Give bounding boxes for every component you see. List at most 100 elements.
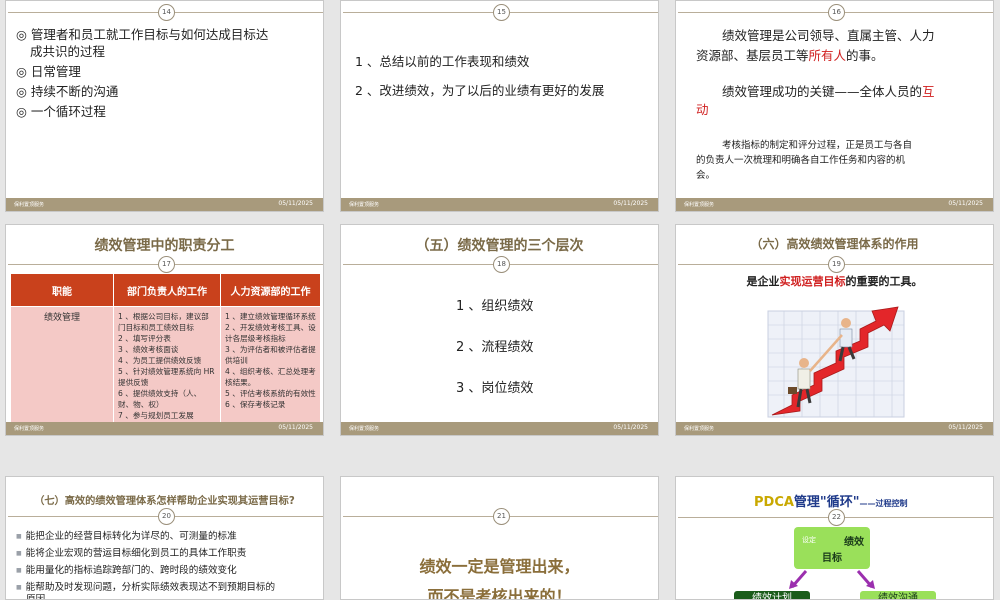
cell-line: 1 、根据公司目标，建议部门目标和员工绩效目标 [118,312,209,332]
slide-footer: 保利置顶服务 05/11/2025 [341,422,658,435]
paragraph-1: 绩效管理是公司领导、直属主管、人力 资源部、基层员工等所有人的事。 [696,26,986,66]
slide-number: 14 [8,4,323,21]
slide-number: 21 [343,508,658,525]
list-item: 2 、流程绩效 [456,340,534,355]
slide-number: 22 [678,509,993,526]
slide-title: （七）高效的绩效管理体系怎样帮助企业实现其运营目标? [34,496,295,507]
cell-line: 6 、提供绩效支持（人、财、物、权） [118,389,202,409]
text-line: 会。 [696,170,716,181]
text-line: ◎ 一个循环过程 [16,104,106,119]
slide-footer: 保利置顶服务 05/11/2025 [6,422,323,435]
slide-footer: 保利置顶服务 05/11/2025 [676,198,993,211]
footer-brand: 保利置顶服务 [14,202,45,208]
text-span: 的事。 [846,48,884,63]
cycle-box-communication: 绩效沟通 [860,591,936,599]
list-item: 3 、岗位绩效 [456,381,534,396]
slide-title: 绩效管理中的职责分工 [94,238,235,254]
table-header: 人力资源部的工作 [220,273,321,307]
slide-number: 19 [678,256,993,273]
slide-subtitle: 是企业实现运营目标的重要的工具。 [676,273,993,289]
footer-brand: 保利置顶服务 [349,426,380,432]
footer-date: 05/11/2025 [948,200,983,207]
slide-14-body: ◎ 管理者和员工就工作目标与如何达成目标达 成共识的过程 ◎ 日常管理 ◎ 持续… [16,25,268,122]
cell-line: 2 、开发绩效考核工具、设计各层级考核指标 [225,323,316,343]
slide-19[interactable]: （六）高效绩效管理体系的作用 19 是企业实现运营目标的重要的工具。 保利置顶服… [675,224,994,436]
table-row: 绩效管理 1 、根据公司目标，建议部门目标和员工绩效目标 2 、填写评分表 3 … [10,306,321,426]
slide-number: 20 [8,508,323,525]
table-cell: 1 、根据公司目标，建议部门目标和员工绩效目标 2 、填写评分表 3 、绩效考核… [113,306,221,426]
cycle-box-goal: 设定 绩效 目标 [794,527,870,569]
cell-line: 6 、保存考核记录 [225,400,286,409]
cell-line: 5 、针对绩效管理系统向 HR 提供反馈 [118,367,215,387]
text-line: ◎ 日常管理 [16,64,81,79]
bullet-item: 能把企业的经营目标转化为详尽的、可测量的标准 [16,528,237,542]
highlight-text: 动 [696,102,709,117]
growth-stairs-illustration [767,306,905,418]
bullet-item: 能帮助及时发现问题，分析实际绩效表现达不到预期目标的 [16,579,275,593]
bullet-item: 能将企业宏观的营运目标细化到员工的具体工作职责 [16,545,247,559]
table-cell: 绩效管理 [10,306,114,426]
slide-statement: 而不是考核出来的！ [427,587,572,600]
list-item: 1 、组织绩效 [456,299,534,314]
slide-statement: 绩效一定是管理出来， [419,557,580,576]
highlight-text: 所有人 [808,48,847,63]
list-item: 2 、改进绩效，为了以后的业绩有更好的发展 [355,83,605,98]
list-item: 1 、总结以前的工作表现和绩效 [355,54,530,69]
footer-date: 05/11/2025 [278,200,313,207]
cell-line: 5 、评估考核系统的有效性 [225,389,316,398]
text-span: 资源部、基层员工等 [696,48,809,63]
cell-line: 3 、为评估者和被评估者提供培训 [225,345,316,365]
cycle-box-plan: 绩效计划 [734,591,810,599]
footer-date: 05/11/2025 [613,424,648,431]
paragraph-3: 考核指标的制定和评分过程，正是员工与各自 的负责人一次梳理和明确各自工作任务和内… [696,138,991,183]
footer-brand: 保利置顶服务 [349,202,380,208]
title-part: 管理"循环" [793,495,860,510]
footer-date: 05/11/2025 [948,424,983,431]
text-line: 绩效管理是公司领导、直属主管、人力 [722,28,935,43]
slide-21[interactable]: 21 绩效一定是管理出来， 而不是考核出来的！ [340,476,659,600]
slide-15[interactable]: 15 1 、总结以前的工作表现和绩效 2 、改进绩效，为了以后的业绩有更好的发展… [340,0,659,212]
bullet-item: 能用量化的指标追踪跨部门的、跨时段的绩效变化 [16,562,237,576]
footer-brand: 保利置顶服务 [684,202,715,208]
footer-brand: 保利置顶服务 [14,426,45,432]
title-part: PDCA [754,495,794,510]
text-span: 是企业 [746,275,780,288]
slide-16[interactable]: 16 绩效管理是公司领导、直属主管、人力 资源部、基层员工等所有人的事。 绩效管… [675,0,994,212]
text-line: 考核指标的制定和评分过程，正是员工与各自 [722,140,913,151]
paragraph-2: 绩效管理成功的关键——全体人员的互 动 [696,83,935,119]
title-part: ——过程控制 [859,499,908,508]
cycle-arrows [789,570,875,589]
cell-line: 4 、为员工提供绩效反馈 [118,356,202,365]
table-header: 部门负责人的工作 [113,273,221,307]
slide-title: （六）高效绩效管理体系的作用 [750,237,919,251]
slide-14[interactable]: 14 ◎ 管理者和员工就工作目标与如何达成目标达 成共识的过程 ◎ 日常管理 ◎… [5,0,324,212]
footer-brand: 保利置顶服务 [684,426,715,432]
slide-title: （五）绩效管理的三个层次 [415,238,584,254]
cell-line: 4 、组织考核、汇总处理考核结果。 [225,367,316,387]
table-header: 职能 [10,273,114,307]
slide-20[interactable]: （七）高效的绩效管理体系怎样帮助企业实现其运营目标? 20 能把企业的经营目标转… [5,476,324,600]
cell-line: 1 、建立绩效管理循环系统 [225,312,316,321]
slide-22[interactable]: PDCA管理"循环"——过程控制 22 设定 绩效 目标 绩效计划 绩效沟通 [675,476,994,600]
box-label-small: 设定 [802,536,816,544]
footer-date: 05/11/2025 [613,200,648,207]
slide-title: PDCA管理"循环"——过程控制 [754,491,907,510]
text-span: 的重要的工具。 [845,275,923,288]
slide-17[interactable]: 绩效管理中的职责分工 17 职能 部门负责人的工作 人力资源部的工作 绩效管理 … [5,224,324,436]
table-cell: 1 、建立绩效管理循环系统 2 、开发绩效考核工具、设计各层级考核指标 3 、为… [220,306,321,426]
slide-number: 18 [343,256,658,273]
slide-number: 15 [343,4,658,21]
cell-line: 7 、参与规划员工发展 [118,411,194,420]
slide-footer: 保利置顶服务 05/11/2025 [6,198,323,211]
slide-number: 16 [678,4,993,21]
text-line: 的负责人一次梳理和明确各自工作任务和内容的机 [696,155,906,166]
text-span: 绩效管理成功的关键——全体人员的 [722,84,923,99]
highlight-text: 实现运营目标 [779,275,846,288]
slide-number: 17 [8,256,323,273]
cell-line: 3 、绩效考核面谈 [118,345,179,354]
text-line: ◎ 持续不断的沟通 [16,84,119,99]
slide-footer: 保利置顶服务 05/11/2025 [676,422,993,435]
text-line: 成共识的过程 [30,44,106,59]
box-label: 目标 [822,553,842,564]
slide-18[interactable]: （五）绩效管理的三个层次 18 1 、组织绩效 2 、流程绩效 3 、岗位绩效 … [340,224,659,436]
